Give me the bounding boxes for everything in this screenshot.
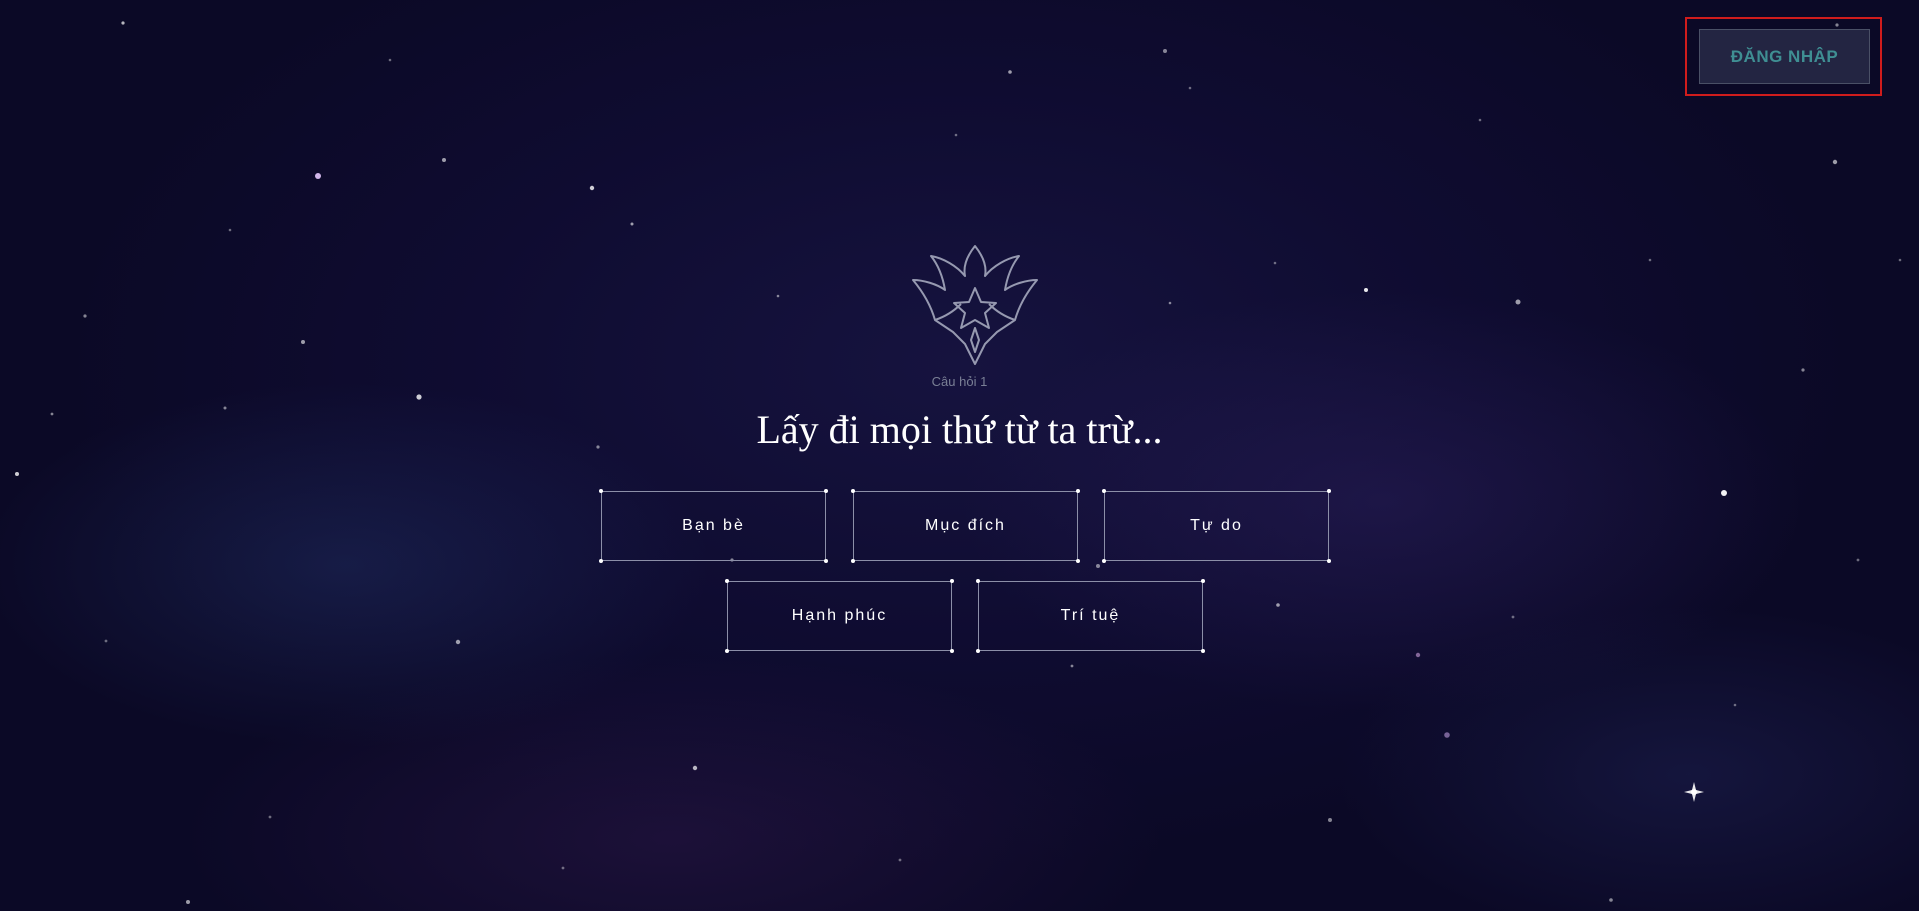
- question-number: Câu hỏi 1: [931, 374, 988, 389]
- answer-option-ban-be[interactable]: Bạn bè: [599, 489, 828, 563]
- answer-label: Hạnh phúc: [791, 607, 888, 624]
- star-wings-emblem-icon: [912, 245, 1038, 365]
- answer-label: Bạn bè: [682, 517, 745, 534]
- answer-option-hanh-phuc[interactable]: Hạnh phúc: [725, 579, 954, 653]
- question-title: Lấy đi mọi thứ từ ta trừ...: [756, 407, 1163, 452]
- answer-option-muc-dich[interactable]: Mục đích: [851, 489, 1080, 563]
- answer-label: Mục đích: [925, 517, 1006, 534]
- answer-label: Trí tuệ: [1060, 607, 1121, 624]
- answer-option-tri-tue[interactable]: Trí tuệ: [976, 579, 1205, 653]
- answer-label: Tự do: [1190, 517, 1243, 534]
- login-button[interactable]: ĐĂNG NHẬP: [1699, 29, 1870, 84]
- answer-option-tu-do[interactable]: Tự do: [1102, 489, 1331, 563]
